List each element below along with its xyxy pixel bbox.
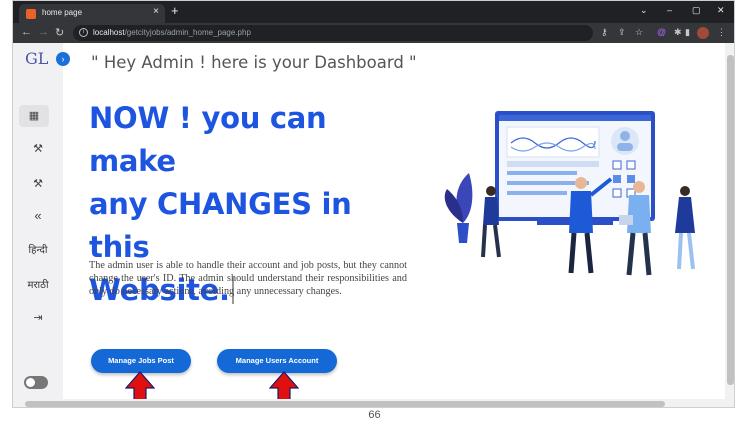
vertical-scrollbar-thumb[interactable]	[727, 55, 734, 385]
headline-line-1: NOW ! you can make	[89, 101, 327, 178]
plant-pot	[457, 223, 469, 243]
person-2-legs	[568, 232, 594, 274]
bookmark-star-icon[interactable]: ☆	[635, 27, 643, 38]
person-3-body	[627, 195, 651, 233]
favicon-icon	[26, 9, 36, 19]
checkbox-4	[627, 175, 635, 183]
screen-topbar	[499, 115, 651, 121]
logout-icon[interactable]: ⇥	[13, 311, 63, 324]
sidebar: GL ▦ ⚒ ⚒ « हिन्दी मराठी ⇥	[13, 43, 63, 399]
person-1-body	[483, 197, 499, 225]
profile-head	[620, 131, 630, 141]
person-3-head	[633, 181, 645, 193]
restore-button[interactable]: ▢	[692, 5, 701, 16]
browser-toolbar: ← → ↻ i localhost/getcityjobs/admin_home…	[13, 23, 734, 43]
profile-avatar[interactable]	[697, 27, 709, 39]
profile-body	[617, 143, 633, 151]
new-tab-button[interactable]: +	[171, 3, 179, 18]
sidebar-expand-button[interactable]: ›	[56, 52, 70, 66]
dashboard-page: GL ▦ ⚒ ⚒ « हिन्दी मराठी ⇥ › " Hey Admin …	[13, 43, 734, 407]
share-icon[interactable]: ⇪	[618, 27, 626, 38]
person-2-body	[569, 191, 593, 233]
person-4-head	[680, 186, 690, 196]
person-2-head	[575, 177, 587, 189]
checkbox-1	[612, 160, 622, 170]
browser-window: home page × + ⌄ – ▢ ✕ ← → ↻ i localhost/…	[12, 0, 735, 408]
key-icon[interactable]: ⚷	[601, 27, 608, 38]
extensions-puzzle-icon[interactable]: ✱	[674, 27, 682, 38]
dashboard-illustration	[444, 111, 695, 276]
double-chevron-left-icon[interactable]: «	[13, 208, 63, 223]
tab-title: home page	[42, 8, 83, 17]
dashboard-icon[interactable]: ▦	[19, 105, 49, 127]
tab-home-page[interactable]: home page ×	[19, 4, 165, 23]
minimize-button[interactable]: –	[667, 5, 672, 15]
manage-users-account-button[interactable]: Manage Users Account	[217, 349, 337, 373]
theme-toggle[interactable]	[24, 376, 48, 389]
forward-icon[interactable]: →	[38, 26, 49, 38]
tab-search-icon[interactable]: ⌄	[640, 5, 648, 16]
side-panel-icon[interactable]: ▮	[685, 27, 690, 38]
checkbox-3	[613, 175, 621, 183]
person-4-legs	[677, 232, 695, 270]
checkbox-2	[626, 160, 636, 170]
reload-icon[interactable]: ↻	[55, 26, 64, 39]
tab-strip: home page × + ⌄ – ▢ ✕	[13, 1, 734, 23]
back-icon[interactable]: ←	[21, 26, 32, 38]
person-3-legs	[626, 232, 652, 276]
person-1-head	[486, 186, 496, 196]
person-1-legs	[481, 224, 501, 258]
vertical-scrollbar[interactable]	[725, 43, 734, 399]
checkbox-5	[612, 188, 622, 198]
browser-menu-icon[interactable]: ⋮	[717, 27, 726, 38]
person-3-laptop	[619, 215, 633, 225]
tab-close-icon[interactable]: ×	[153, 6, 159, 17]
sidebar-item-hindi[interactable]: हिन्दी	[13, 242, 63, 256]
close-window-button[interactable]: ✕	[717, 5, 725, 16]
url-text: localhost/getcityjobs/admin_home_page.ph…	[93, 28, 251, 37]
screen-bar-2	[507, 171, 577, 175]
horizontal-scrollbar-thumb[interactable]	[25, 401, 665, 407]
manage-jobs-post-button[interactable]: Manage Jobs Post	[91, 349, 191, 373]
person-4-body	[675, 197, 695, 233]
wrench-icon[interactable]: ⚒	[13, 142, 63, 155]
headline-line-2: any CHANGES in this	[89, 187, 352, 264]
extension-at-icon[interactable]: @	[657, 27, 666, 37]
site-info-icon[interactable]: i	[79, 28, 88, 37]
screen-chart-panel	[506, 126, 600, 158]
site-logo[interactable]: GL	[25, 49, 49, 71]
sidebar-item-marathi[interactable]: मराठी	[13, 277, 63, 291]
screen-bar-4	[507, 191, 567, 195]
admin-description: The admin user is able to handle their a…	[89, 260, 407, 297]
wrench-icon[interactable]: ⚒	[13, 177, 63, 190]
horizontal-scrollbar[interactable]	[13, 399, 734, 407]
dashboard-greeting: " Hey Admin ! here is your Dashboard "	[91, 53, 417, 72]
address-bar[interactable]: i localhost/getcityjobs/admin_home_page.…	[73, 25, 593, 41]
page-number: 66	[368, 409, 381, 421]
screen-bar-1	[507, 161, 599, 167]
